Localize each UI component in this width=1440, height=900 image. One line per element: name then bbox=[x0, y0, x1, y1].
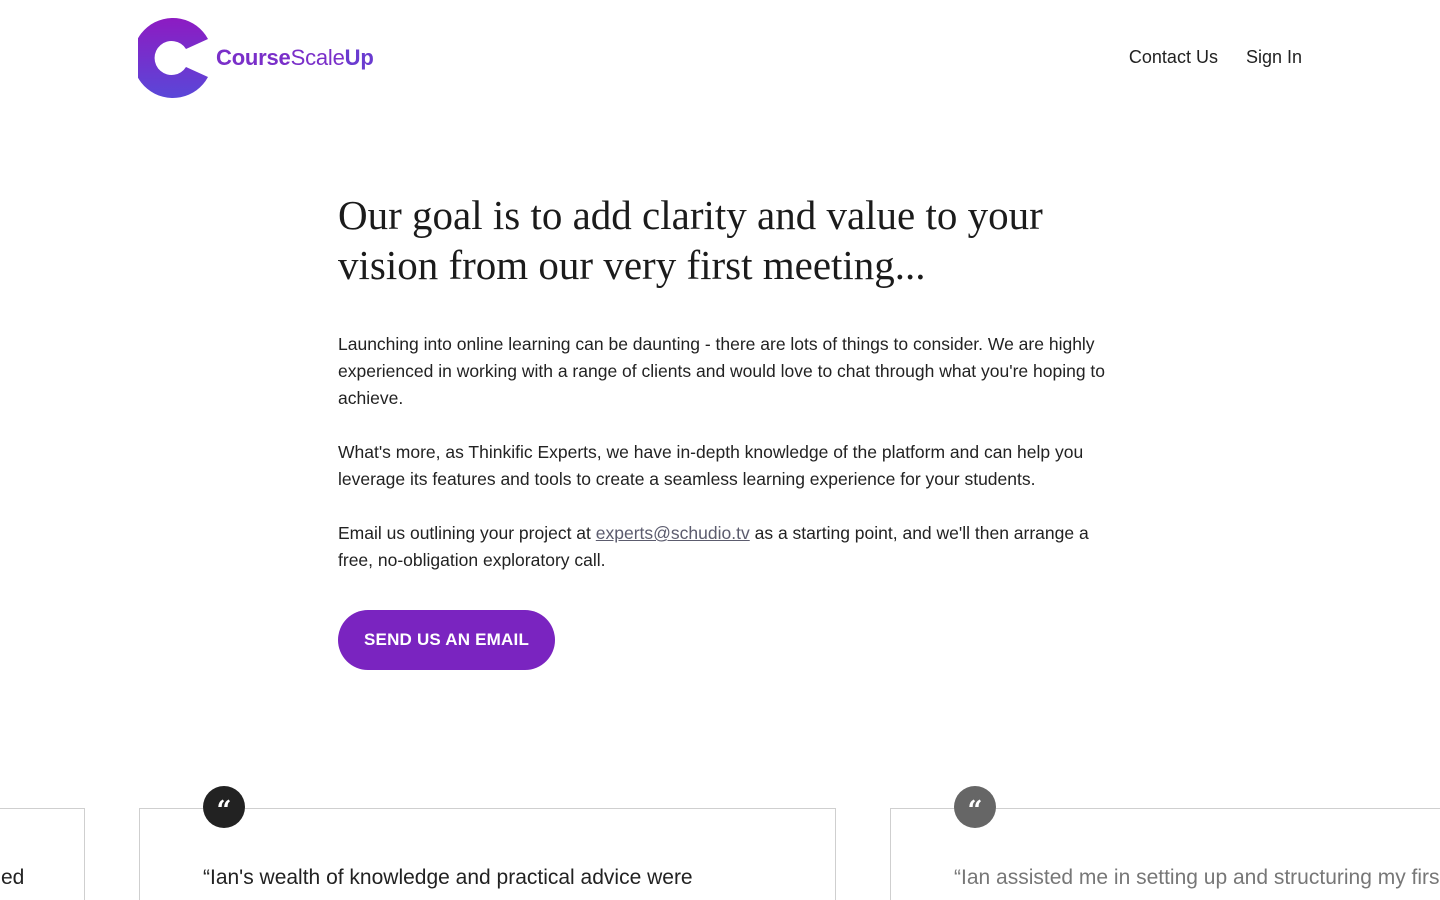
testimonial-card-prev[interactable]: ed bbox=[0, 808, 85, 900]
testimonial-text-next: “Ian assisted me in setting up and struc… bbox=[954, 866, 1440, 889]
email-link[interactable]: experts@schudio.tv bbox=[596, 523, 750, 543]
quote-icon: “ bbox=[203, 786, 245, 828]
testimonial-card-current[interactable]: “ “Ian's wealth of knowledge and practic… bbox=[139, 786, 836, 900]
quote-icon: “ bbox=[954, 786, 996, 828]
logo-text-course: Course bbox=[216, 45, 291, 70]
logo-text-up: Up bbox=[344, 45, 374, 70]
logo-mark-icon bbox=[138, 18, 208, 98]
hero-section: Our goal is to add clarity and value to … bbox=[338, 190, 1108, 670]
logo-text-scale: Scale bbox=[290, 45, 345, 70]
testimonial-text-prev: ed bbox=[1, 866, 25, 889]
main-nav: Contact Us Sign In bbox=[1129, 47, 1302, 68]
quote-glyph: “ bbox=[216, 796, 232, 826]
quote-glyph: “ bbox=[967, 796, 983, 826]
paragraph-3-lead: Email us outlining your project at bbox=[338, 523, 596, 543]
testimonial-text-current: “Ian's wealth of knowledge and practical… bbox=[203, 866, 693, 889]
send-email-button[interactable]: SEND US AN EMAIL bbox=[338, 610, 556, 670]
nav-contact-us[interactable]: Contact Us bbox=[1129, 47, 1218, 68]
hero-paragraph-1: Launching into online learning can be da… bbox=[338, 334, 1106, 408]
hero-title: Our goal is to add clarity and value to … bbox=[338, 192, 1043, 288]
site-header: CourseScaleUp Contact Us Sign In bbox=[0, 0, 1440, 120]
testimonial-card-next[interactable]: “ “Ian assisted me in setting up and str… bbox=[890, 786, 1440, 900]
site-logo[interactable]: CourseScaleUp bbox=[138, 17, 374, 99]
nav-sign-in[interactable]: Sign In bbox=[1246, 47, 1302, 68]
hero-paragraph-3: Email us outlining your project at exper… bbox=[338, 520, 1108, 574]
logo-wordmark: CourseScaleUp bbox=[216, 45, 374, 71]
hero-paragraph-2: What's more, as Thinkific Experts, we ha… bbox=[338, 442, 1084, 489]
